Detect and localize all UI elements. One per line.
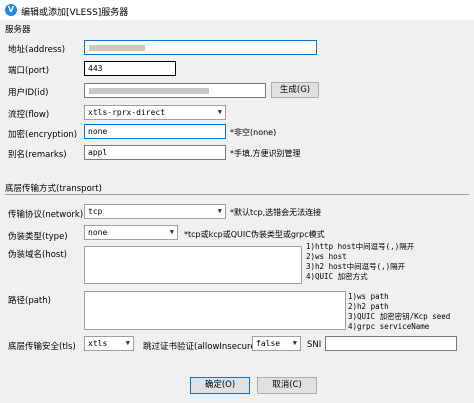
encryption-hint: *非空(none) [230, 128, 277, 137]
address-input[interactable] [84, 40, 317, 55]
security-label: 底层传输安全(tls) [8, 342, 76, 352]
chevron-down-icon: ▼ [292, 339, 297, 347]
flow-label: 流控(flow) [8, 110, 50, 120]
port-label: 端口(port) [8, 66, 50, 76]
path-label: 路径(path) [8, 296, 51, 306]
app-icon: V [5, 4, 17, 16]
window-title: 编辑或添加[VLESS]服务器 [21, 8, 129, 18]
type-label: 伪装类型(type) [8, 232, 68, 242]
host-help: 1)http host中间逗号(,)隔开 2)ws host 3)h2 host中间… [306, 242, 415, 281]
encryption-input[interactable]: none [84, 124, 226, 139]
sni-label: SNI [307, 340, 322, 350]
allow-insecure-select[interactable]: false ▼ [252, 336, 301, 351]
sni-input[interactable] [325, 336, 457, 351]
ok-button[interactable]: 确定(O) [190, 377, 250, 394]
chevron-down-icon: ▼ [169, 228, 174, 236]
allow-insecure-label: 跳过证书验证(allowInsecure) [143, 342, 259, 352]
security-select[interactable]: xtls ▼ [84, 336, 134, 351]
remarks-hint: *手填,方便识别管理 [230, 149, 301, 158]
host-label: 伪装域名(host) [8, 250, 67, 260]
network-hint: *默认tcp,选错会无法连接 [230, 208, 322, 217]
path-textarea[interactable] [84, 291, 346, 330]
user-id-input[interactable] [84, 83, 266, 98]
redacted-text [89, 45, 145, 51]
transport-section-title: 底层传输方式(transport) [5, 184, 102, 194]
section-divider [5, 194, 469, 195]
chevron-down-icon: ▼ [125, 339, 130, 347]
remarks-label: 别名(remarks) [8, 150, 67, 160]
type-hint: *tcp或kcp或QUIC伪装类型或grpc模式 [184, 230, 325, 239]
server-section-title: 服务器 [5, 25, 31, 35]
remarks-input[interactable]: appl [84, 145, 226, 160]
user-id-label: 用户ID(id) [8, 88, 49, 98]
path-help: 1)ws path 2)h2 path 3)QUIC 加密密钥/Kcp seed 4)… [348, 292, 451, 331]
address-label: 地址(address) [8, 45, 66, 55]
chevron-down-icon: ▼ [217, 207, 222, 215]
host-textarea[interactable] [84, 246, 302, 284]
type-select[interactable]: none ▼ [84, 225, 178, 240]
network-select[interactable]: tcp ▼ [84, 204, 226, 219]
cancel-button[interactable]: 取消(C) [257, 377, 317, 394]
flow-select[interactable]: xtls-rprx-direct ▼ [84, 105, 226, 120]
encryption-label: 加密(encryption) [8, 130, 78, 140]
generate-button[interactable]: 生成(G) [271, 82, 319, 98]
port-input[interactable]: 443 [84, 61, 176, 76]
redacted-text [89, 88, 209, 94]
network-label: 传输协议(network) [8, 210, 84, 220]
chevron-down-icon: ▼ [217, 108, 222, 116]
